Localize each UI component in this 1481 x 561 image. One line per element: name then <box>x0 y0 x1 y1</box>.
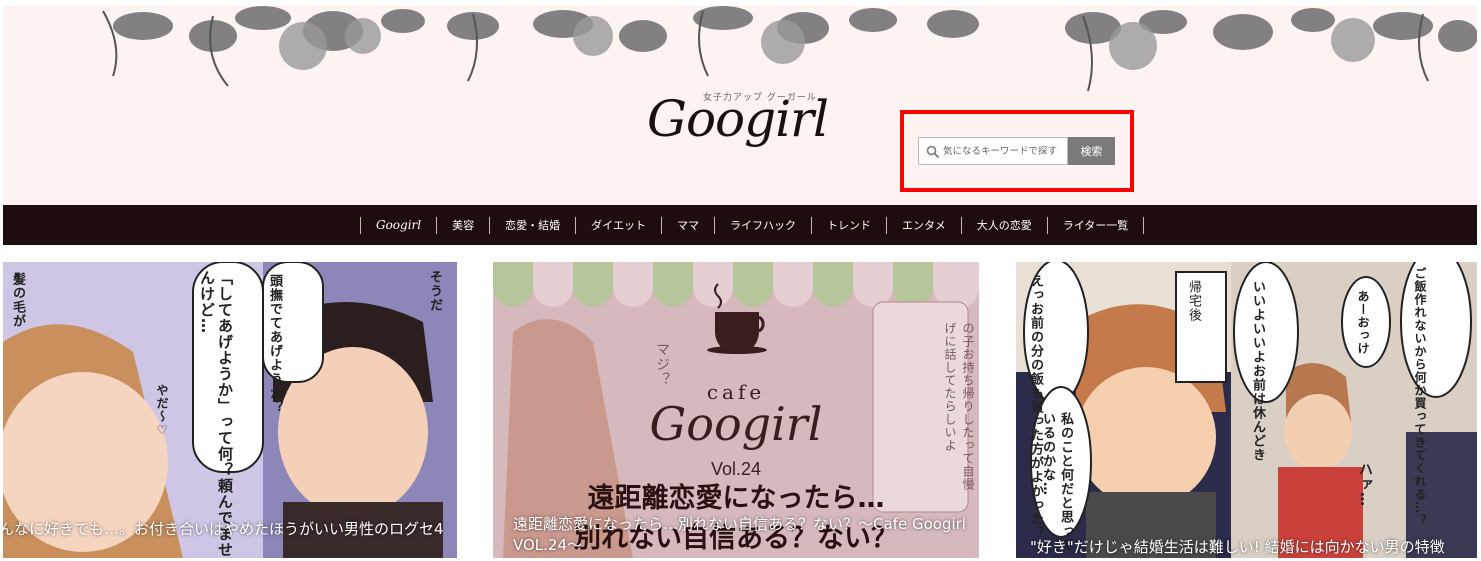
nav-item-googirl[interactable]: Googirl <box>361 218 436 232</box>
speech-bubble-text: 頭撫でてあげようか？ <box>267 274 282 414</box>
nav-item-trend[interactable]: トレンド <box>812 217 886 233</box>
speech-bubble-text: 髪の毛が <box>10 272 25 328</box>
headline-line: 遠距離恋愛になったら… <box>587 483 885 514</box>
speech-bubble-text: 「してあげようか」って何？頼んでませんけど… <box>198 270 234 558</box>
article-title[interactable]: 遠距離恋愛になったら…別れない自信ある？ない？～Cafe Googirl VOL… <box>513 514 973 558</box>
nav-list: Googirl 美容 恋愛・結婚 ダイエット ママ ライフハック トレンド エン… <box>360 205 1145 245</box>
nav-item-mama[interactable]: ママ <box>662 217 714 233</box>
site-header: 女子力アップ グーガール Googirl <box>3 6 1477 205</box>
article-title[interactable]: "好き"だけじゃ結婚生活は難しい! 結婚には向かない男の特徴 <box>1030 537 1477 558</box>
speech-bubble-text: ハァ… <box>1357 462 1373 507</box>
speech-bubble-text: やだ～♡ <box>155 384 169 438</box>
search-button[interactable]: 検索 <box>1068 137 1115 165</box>
nav-item-adult-love[interactable]: 大人の恋愛 <box>962 217 1047 233</box>
article-title[interactable]: んなに好きでも…。お付き合いはやめたほうがいい男性のログセ4 <box>3 519 457 542</box>
speech-bubble-text: あーおっけ <box>1356 290 1370 355</box>
search-icon <box>926 145 940 159</box>
manga-illustration <box>1016 262 1477 558</box>
article-card[interactable]: えっお前の分の飯も買った方がよかった？ 帰宅後 いいよいいよお前は休んどき あー… <box>1016 262 1477 558</box>
nav-item-lifehack[interactable]: ライフハック <box>715 217 811 233</box>
nav-item-writers[interactable]: ライター一覧 <box>1048 217 1144 233</box>
cafe-googirl-logo: Googirl <box>649 397 823 451</box>
cafe-volume: Vol.24 <box>710 459 762 479</box>
nav-item-beauty[interactable]: 美容 <box>437 217 489 233</box>
search-input[interactable] <box>943 138 1067 164</box>
speech-bubble-text: 帰宅後 <box>1186 280 1201 322</box>
floral-banner-decoration <box>102 6 1477 92</box>
nav-item-love-marriage[interactable]: 恋愛・結婚 <box>490 217 575 233</box>
speech-bubble-text: いいよいいよお前は休んどき <box>1250 280 1265 462</box>
nav-item-diet[interactable]: ダイエット <box>576 217 661 233</box>
speech-bubble-text: そうだ <box>427 270 442 312</box>
speech-bubble-text: ご飯作れないから何か買ってきてくれる…？ <box>1413 267 1427 527</box>
nav-item-entertainment[interactable]: エンタメ <box>887 217 961 233</box>
nav-divider <box>1143 216 1145 234</box>
article-card[interactable]: あんたの彼氏飲み会のあと女の子お持ち帰りしたって自慢げに話してたらしいよ マジ？… <box>493 262 979 558</box>
search-box[interactable] <box>918 137 1068 165</box>
article-card[interactable]: 「してあげようか」って何？頼んでませんけど… 頭撫でてあげようか？ そうだ やだ… <box>3 262 457 558</box>
site-logo[interactable]: Googirl <box>647 90 829 148</box>
main-nav: Googirl 美容 恋愛・結婚 ダイエット ママ ライフハック トレンド エン… <box>3 205 1477 245</box>
